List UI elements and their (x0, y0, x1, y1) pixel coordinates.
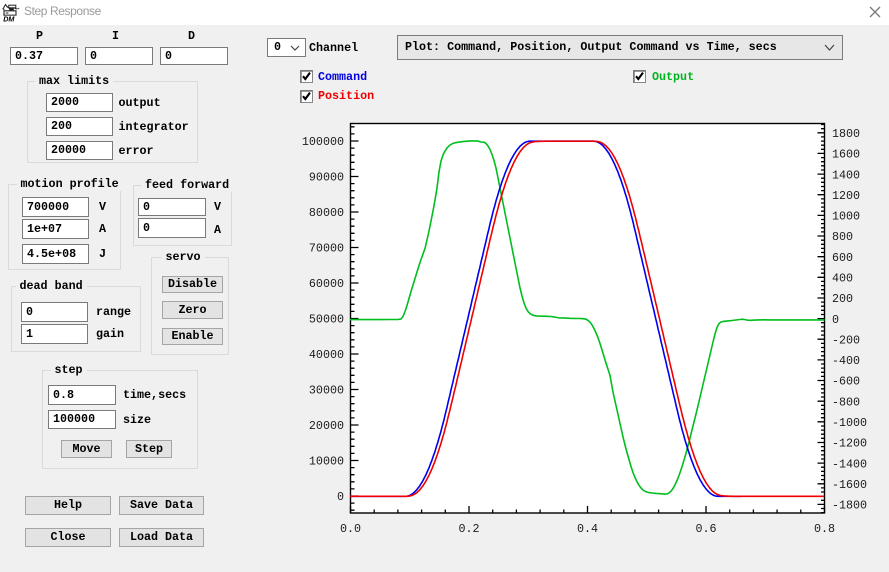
svg-text:50000: 50000 (309, 313, 344, 327)
svg-text:0.8: 0.8 (814, 522, 835, 536)
svg-text:400: 400 (832, 272, 853, 286)
svg-text:-1000: -1000 (832, 416, 867, 430)
svg-text:30000: 30000 (309, 384, 344, 398)
svg-text:1800: 1800 (832, 127, 860, 141)
svg-text:-1400: -1400 (832, 457, 867, 471)
svg-text:100000: 100000 (302, 135, 344, 149)
svg-text:600: 600 (832, 251, 853, 265)
svg-text:-600: -600 (832, 375, 860, 389)
svg-text:80000: 80000 (309, 206, 344, 220)
svg-text:-800: -800 (832, 395, 860, 409)
svg-text:1400: 1400 (832, 168, 860, 182)
svg-text:-400: -400 (832, 354, 860, 368)
svg-text:90000: 90000 (309, 171, 344, 185)
svg-text:1200: 1200 (832, 189, 860, 203)
svg-text:-1600: -1600 (832, 478, 867, 492)
svg-text:0.4: 0.4 (577, 522, 598, 536)
svg-text:0.0: 0.0 (340, 522, 361, 536)
svg-text:200: 200 (832, 292, 853, 306)
svg-text:0.6: 0.6 (695, 522, 716, 536)
svg-text:0: 0 (832, 313, 839, 327)
svg-text:-200: -200 (832, 333, 860, 347)
svg-text:20000: 20000 (309, 419, 344, 433)
svg-text:1600: 1600 (832, 148, 860, 162)
svg-text:0.2: 0.2 (458, 522, 479, 536)
svg-text:800: 800 (832, 230, 853, 244)
svg-text:-1800: -1800 (832, 499, 867, 513)
svg-text:70000: 70000 (309, 242, 344, 256)
svg-text:1000: 1000 (832, 210, 860, 224)
svg-text:60000: 60000 (309, 277, 344, 291)
svg-text:0: 0 (337, 490, 344, 504)
svg-text:-1200: -1200 (832, 437, 867, 451)
svg-text:10000: 10000 (309, 455, 344, 469)
svg-text:40000: 40000 (309, 348, 344, 362)
